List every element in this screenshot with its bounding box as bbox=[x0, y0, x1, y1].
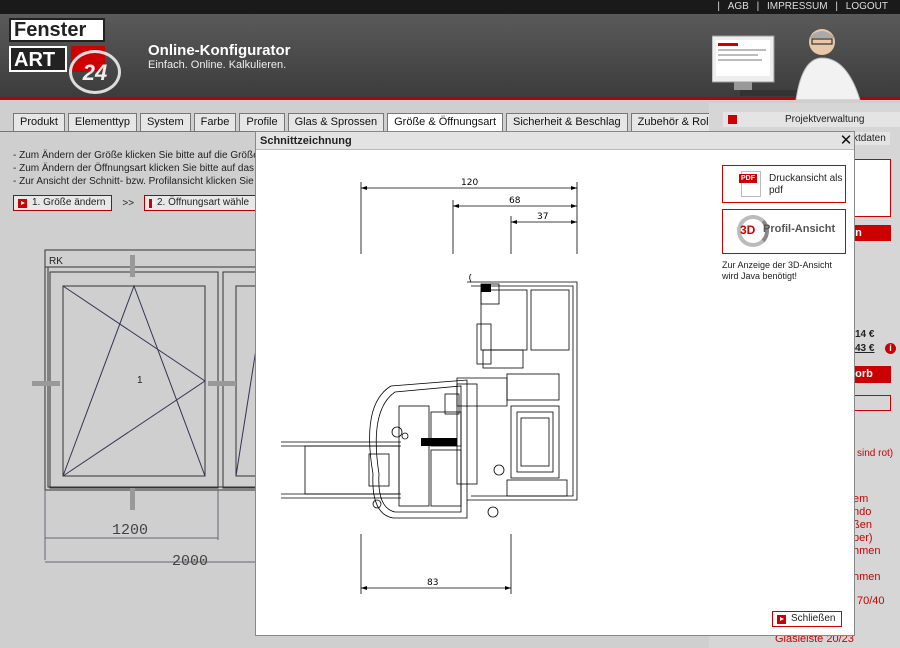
dimension-inner[interactable]: 1200 bbox=[112, 522, 148, 539]
sidebar-list-item[interactable]: ßen bbox=[853, 519, 881, 532]
3d-profile-button[interactable]: 3D Profil-Ansicht bbox=[722, 209, 846, 254]
dimension-outer[interactable]: 2000 bbox=[172, 553, 208, 570]
tab-profile[interactable]: Profile bbox=[239, 113, 285, 131]
step2-label: 2. Öffnungsart wähle bbox=[156, 197, 250, 208]
logo-art: ART bbox=[9, 46, 67, 72]
dimension-37: 37 bbox=[537, 212, 548, 222]
config-tabs: Produkt Elementtyp System Farbe Profile … bbox=[13, 113, 748, 131]
header: Fenster ART 24 Online-Konfigurator Einfa… bbox=[0, 14, 900, 100]
tab-elementtyp[interactable]: Elementtyp bbox=[67, 113, 137, 131]
tab-system[interactable]: System bbox=[139, 113, 191, 131]
pdf-icon: PDF bbox=[739, 171, 761, 197]
dimension-68: 68 bbox=[509, 196, 521, 206]
step2-button[interactable]: 2. Öffnungsart wähle bbox=[144, 195, 257, 211]
sash-number: 1 bbox=[137, 375, 143, 386]
sidebar-list-item[interactable]: ndo bbox=[853, 506, 881, 519]
top-nav: | AGB | IMPRESSUM | LOGOUT bbox=[0, 0, 900, 14]
impressum-link[interactable]: IMPRESSUM bbox=[767, 1, 828, 12]
pdf-button-label: Druckansicht als pdf bbox=[769, 173, 843, 196]
tab-produkt[interactable]: Produkt bbox=[13, 113, 65, 131]
sidebar-frag-ktdaten[interactable]: ktdaten bbox=[849, 132, 890, 145]
sidebar-list-item[interactable]: hmen bbox=[853, 571, 881, 584]
agb-link[interactable]: AGB bbox=[728, 1, 749, 12]
top-sep: | bbox=[756, 1, 760, 12]
play-icon bbox=[777, 614, 786, 624]
window-label-rk: RK bbox=[49, 256, 63, 267]
projektverwaltung-button[interactable]: Projektverwaltung bbox=[723, 112, 900, 127]
sidebar-list-item[interactable]: hmen bbox=[853, 545, 881, 558]
top-sep: | bbox=[717, 1, 720, 12]
pdf-icon-label: PDF bbox=[739, 174, 757, 183]
sidebar-list-item bbox=[853, 558, 881, 571]
tab-sicherheit-beschlag[interactable]: Sicherheit & Beschlag bbox=[506, 113, 628, 131]
instructions: - Zum Ändern der Größe klicken Sie bitte… bbox=[13, 149, 258, 188]
play-icon bbox=[728, 115, 737, 124]
sidebar-list-item[interactable]: per) bbox=[853, 532, 881, 545]
instruction-line: - Zum Ändern der Öffnungsart klicken Sie… bbox=[13, 163, 255, 174]
projektverwaltung-label: Projektverwaltung bbox=[785, 114, 865, 125]
sidebar-frag-outline bbox=[849, 395, 891, 411]
sidebar-frag-en[interactable]: en bbox=[849, 225, 891, 241]
window-preview-drawing[interactable]: RK 1 1200 2000 bbox=[30, 240, 260, 580]
3d-button-label: Profil-Ansicht bbox=[763, 223, 836, 235]
dimension-83: 83 bbox=[427, 578, 438, 588]
logo[interactable]: Fenster ART 24 bbox=[9, 18, 125, 98]
logo-badge: 24 bbox=[69, 50, 121, 94]
tab-farbe[interactable]: Farbe bbox=[193, 113, 237, 131]
tab-glas-sprossen[interactable]: Glas & Sprossen bbox=[287, 113, 385, 131]
sidebar-price1: 14 € bbox=[855, 329, 875, 340]
profile-section-drawing: 120 68 37 83 bbox=[281, 178, 591, 594]
step1-button[interactable]: 1. Größe ändern bbox=[13, 195, 113, 211]
instruction-line: - Zur Ansicht der Schnitt- bzw. Profilan… bbox=[13, 176, 254, 187]
instruction-line: - Zum Ändern der Größe klicken Sie bitte… bbox=[13, 150, 258, 161]
step1-label: 1. Größe ändern bbox=[32, 197, 106, 208]
sidebar-list: em ndo ßen per) hmen hmen bbox=[853, 493, 881, 584]
sidebar-frag-korb[interactable]: korb bbox=[849, 366, 891, 383]
schnittzeichnung-modal: Schnittzeichnung ✕ 120 68 37 83 PDF Druc… bbox=[255, 131, 855, 636]
close-icon[interactable]: ✕ bbox=[838, 132, 854, 150]
dimension-120: 120 bbox=[461, 178, 478, 188]
top-sep: | bbox=[835, 1, 838, 12]
sidebar-frag-sindrot: sind rot) bbox=[857, 448, 894, 459]
pdf-print-button[interactable]: PDF Druckansicht als pdf bbox=[722, 165, 846, 203]
step-separator: >> bbox=[122, 197, 135, 209]
header-subtitle: Einfach. Online. Kalkulieren. bbox=[148, 59, 287, 71]
sidebar-frag-7040[interactable]: 70/40 bbox=[857, 595, 885, 607]
info-icon[interactable]: i bbox=[885, 343, 896, 354]
close-button-label: Schließen bbox=[791, 613, 836, 624]
play-icon bbox=[18, 198, 27, 208]
sidebar-price2: 43 € bbox=[855, 343, 875, 354]
java-note: Zur Anzeige der 3D-Ansicht wird Java ben… bbox=[722, 260, 833, 281]
logout-link[interactable]: LOGOUT bbox=[846, 1, 888, 12]
play-icon bbox=[149, 198, 156, 208]
person-at-computer-image bbox=[712, 29, 861, 100]
header-title: Online-Konfigurator bbox=[148, 42, 291, 59]
sidebar-frag-box bbox=[849, 159, 891, 217]
3d-icon-label: 3D bbox=[740, 223, 756, 237]
tab-groesse-oeffnungsart[interactable]: Größe & Öffnungsart bbox=[387, 113, 504, 131]
modal-title: Schnittzeichnung bbox=[256, 132, 854, 150]
close-button[interactable]: Schließen bbox=[772, 611, 843, 627]
step-buttons: 1. Größe ändern >> 2. Öffnungsart wähle bbox=[13, 195, 257, 211]
sidebar-list-item[interactable]: em bbox=[853, 493, 881, 506]
logo-fenster: Fenster bbox=[9, 18, 105, 42]
